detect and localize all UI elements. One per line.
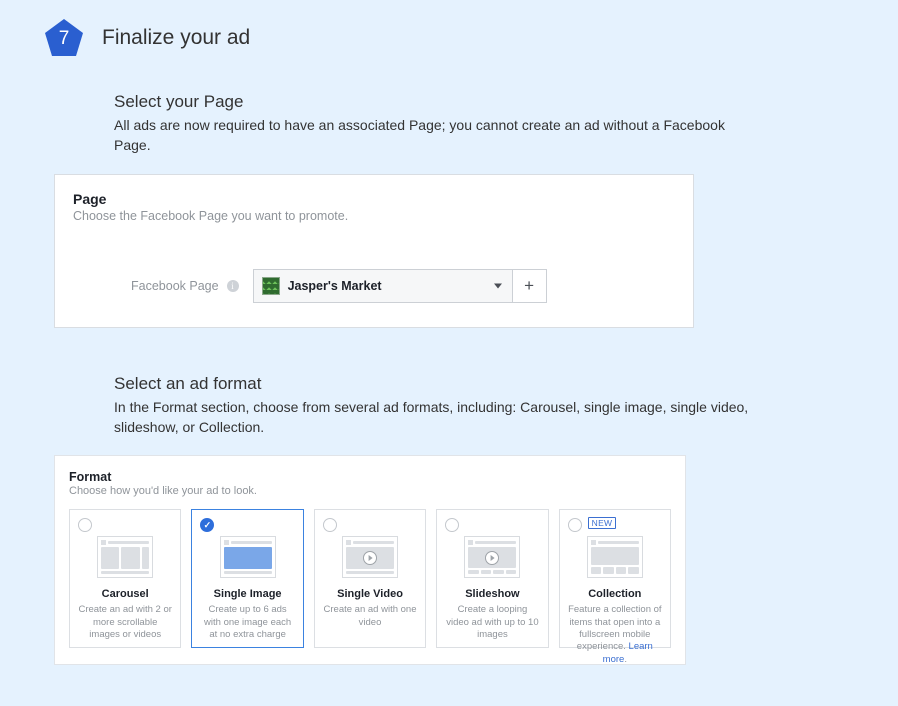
format-options-row: Carousel Create an ad with 2 or more scr… xyxy=(69,509,671,648)
format-title: Collection xyxy=(566,588,664,600)
format-option-collection[interactable]: NEW Collection Feature a collection of i… xyxy=(559,509,671,648)
format-panel-title: Format xyxy=(69,470,671,484)
info-icon[interactable]: i xyxy=(227,280,239,292)
page-panel: Page Choose the Facebook Page you want t… xyxy=(54,174,694,328)
radio-icon xyxy=(445,518,459,532)
carousel-preview-icon xyxy=(97,536,153,578)
format-panel: Format Choose how you'd like your ad to … xyxy=(54,455,686,665)
format-title: Slideshow xyxy=(443,588,541,600)
section-desc: In the Format section, choose from sever… xyxy=(114,397,764,438)
format-panel-subtitle: Choose how you'd like your ad to look. xyxy=(69,485,671,497)
section-heading: Select your Page xyxy=(114,92,764,112)
radio-icon xyxy=(78,518,92,532)
format-desc: Create a looping video ad with up to 10 … xyxy=(443,604,541,641)
step-header: 7 Finalize your ad xyxy=(44,18,868,58)
format-desc: Create up to 6 ads with one image each a… xyxy=(198,604,296,641)
format-option-carousel[interactable]: Carousel Create an ad with 2 or more scr… xyxy=(69,509,181,648)
radio-icon xyxy=(568,518,582,532)
chevron-down-icon xyxy=(494,283,502,288)
format-desc: Create an ad with 2 or more scrollable i… xyxy=(76,604,174,641)
format-title: Single Image xyxy=(198,588,296,600)
format-desc: Create an ad with one video xyxy=(321,604,419,629)
plus-icon: + xyxy=(524,276,534,296)
page-panel-subtitle: Choose the Facebook Page you want to pro… xyxy=(73,209,675,223)
radio-checked-icon xyxy=(200,518,214,532)
add-page-button[interactable]: + xyxy=(513,269,547,303)
format-title: Carousel xyxy=(76,588,174,600)
section-select-format: Select an ad format In the Format sectio… xyxy=(114,374,764,438)
new-badge: NEW xyxy=(588,517,617,529)
format-option-slideshow[interactable]: Slideshow Create a looping video ad with… xyxy=(436,509,548,648)
format-desc: Feature a collection of items that open … xyxy=(566,604,664,666)
slideshow-preview-icon xyxy=(464,536,520,578)
step-title: Finalize your ad xyxy=(102,26,250,50)
page-thumb-icon xyxy=(262,277,280,295)
selected-page-name: Jasper's Market xyxy=(288,279,382,293)
section-select-page: Select your Page All ads are now require… xyxy=(114,92,764,156)
step-number-badge: 7 xyxy=(44,18,84,58)
facebook-page-label: Facebook Page xyxy=(131,279,219,293)
page-panel-title: Page xyxy=(73,191,675,207)
collection-preview-icon xyxy=(587,536,643,578)
section-heading: Select an ad format xyxy=(114,374,764,394)
format-option-single-video[interactable]: Single Video Create an ad with one video xyxy=(314,509,426,648)
facebook-page-dropdown[interactable]: Jasper's Market xyxy=(253,269,513,303)
format-title: Single Video xyxy=(321,588,419,600)
format-option-single-image[interactable]: Single Image Create up to 6 ads with one… xyxy=(191,509,303,648)
single-image-preview-icon xyxy=(220,536,276,578)
single-video-preview-icon xyxy=(342,536,398,578)
step-number: 7 xyxy=(59,28,70,50)
section-desc: All ads are now required to have an asso… xyxy=(114,115,764,156)
radio-icon xyxy=(323,518,337,532)
